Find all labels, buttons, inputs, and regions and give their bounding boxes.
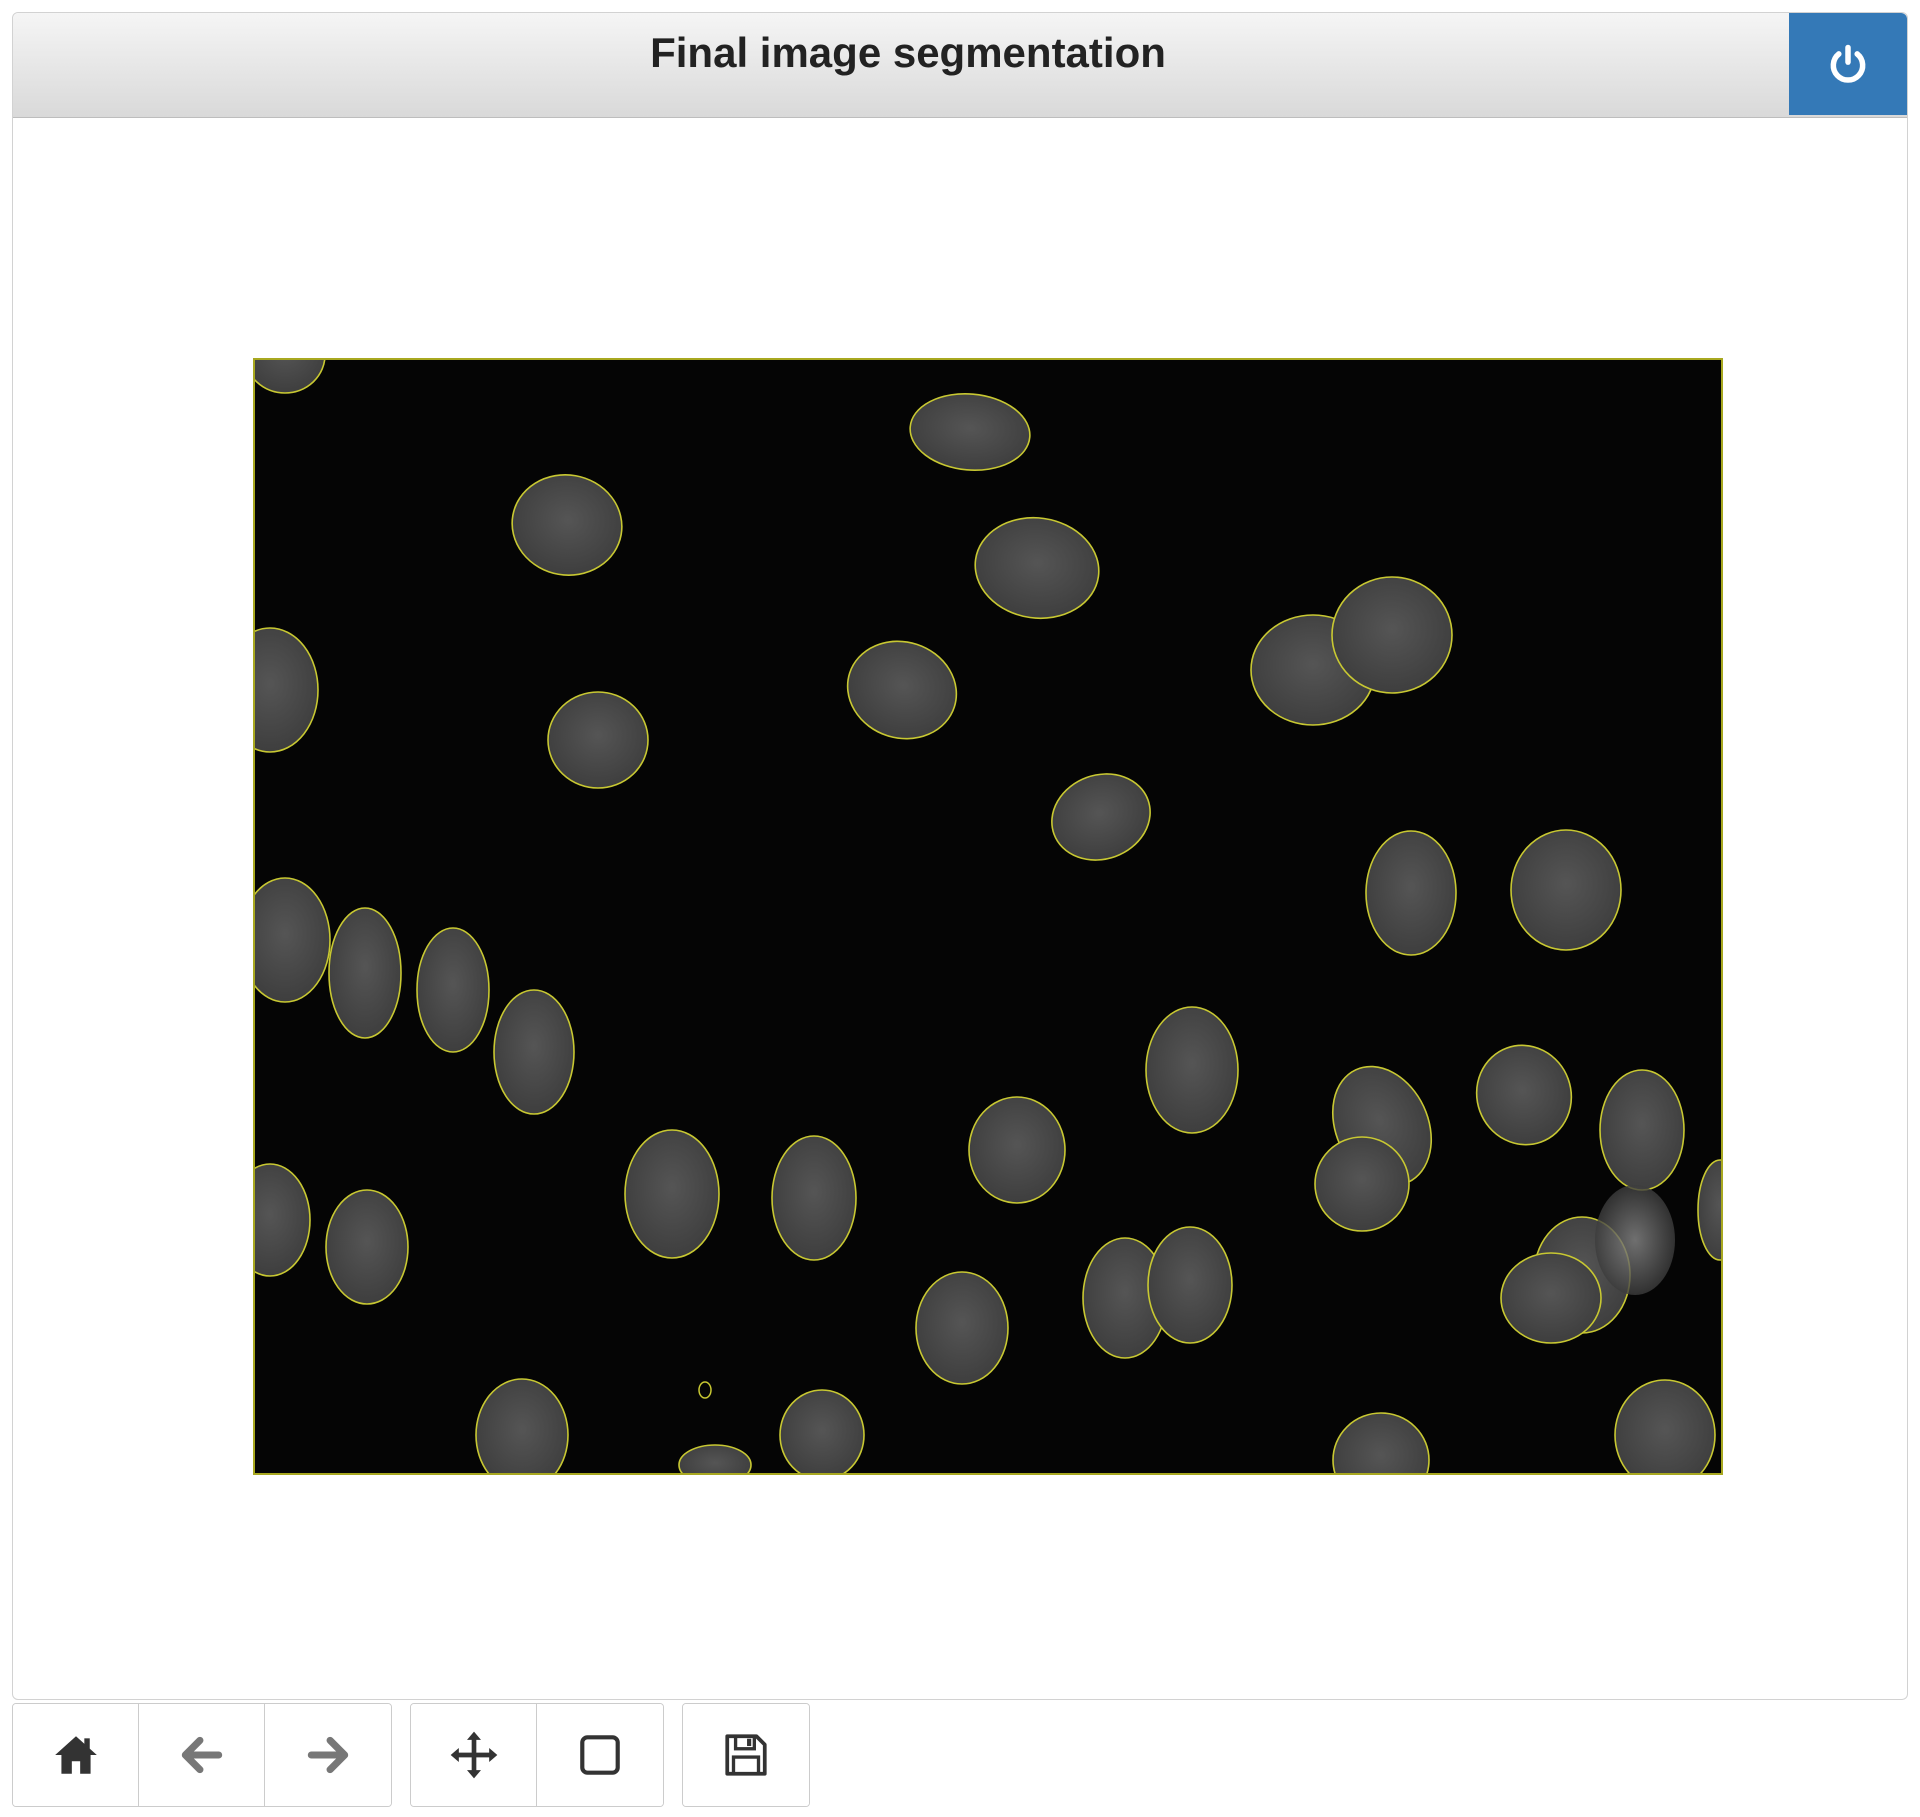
nucleus-contour (1500, 1252, 1602, 1344)
nucleus-contour (1051, 773, 1151, 861)
nucleus-contour (846, 640, 958, 740)
nucleus-contour (1614, 1379, 1716, 1473)
navigation-group (12, 1703, 392, 1807)
nucleus-contour (678, 1444, 752, 1473)
nucleus-contour (1332, 1412, 1430, 1473)
speck-contour (698, 1381, 712, 1399)
nucleus-contour (255, 360, 326, 394)
interaction-group (410, 1703, 664, 1807)
power-icon (1830, 44, 1866, 83)
nucleus-contour (1510, 829, 1622, 951)
pan-button[interactable] (411, 1704, 537, 1806)
nucleus-contour (255, 627, 319, 753)
nucleus-contour (493, 989, 575, 1115)
nucleus-contour (511, 474, 623, 576)
zoom-rect-icon (580, 1735, 620, 1775)
bright-region (1595, 1185, 1675, 1295)
nucleus-contour (1599, 1069, 1685, 1191)
nucleus-contour (416, 927, 490, 1053)
nucleus-contour (1365, 830, 1457, 956)
nucleus-contour (1475, 1044, 1573, 1146)
nucleus-contour (968, 1096, 1066, 1204)
home-icon (54, 1736, 97, 1774)
nucleus-contour (771, 1135, 857, 1261)
nucleus-contour (1147, 1226, 1233, 1344)
arrow-left-icon (181, 1736, 222, 1774)
nucleus-contour (974, 516, 1100, 620)
back-button[interactable] (139, 1704, 265, 1806)
save-button[interactable] (683, 1704, 809, 1806)
nucleus-contour (1697, 1159, 1721, 1261)
nucleus-contour (328, 907, 402, 1039)
nucleus-contour (779, 1389, 865, 1473)
close-figure-button[interactable] (1789, 13, 1907, 115)
figure-window: Final image segmentation (12, 12, 1908, 1700)
nucleus-contour (325, 1189, 409, 1305)
nucleus-contour (915, 1271, 1009, 1385)
forward-button[interactable] (265, 1704, 391, 1806)
segmentation-image[interactable] (253, 358, 1723, 1475)
title-bar: Final image segmentation (13, 13, 1907, 118)
nucleus-contour (547, 691, 649, 789)
nucleus-contour (475, 1378, 569, 1473)
segmentation-canvas (255, 360, 1721, 1473)
save-icon (725, 1734, 767, 1776)
home-button[interactable] (13, 1704, 139, 1806)
export-group (682, 1703, 810, 1807)
nucleus-contour (1145, 1006, 1239, 1134)
figure-toolbar (12, 1703, 828, 1807)
window-title: Final image segmentation (650, 29, 1166, 76)
nucleus-contour (255, 1163, 311, 1277)
move-icon (450, 1731, 497, 1779)
arrow-right-icon (307, 1736, 349, 1774)
nucleus-contour (1314, 1136, 1410, 1232)
nucleus-contour (255, 877, 331, 1003)
nucleus-contour (909, 392, 1031, 472)
nucleus-contour (624, 1129, 720, 1259)
nucleus-contour (1331, 576, 1453, 694)
zoom-rectangle-button[interactable] (537, 1704, 663, 1806)
